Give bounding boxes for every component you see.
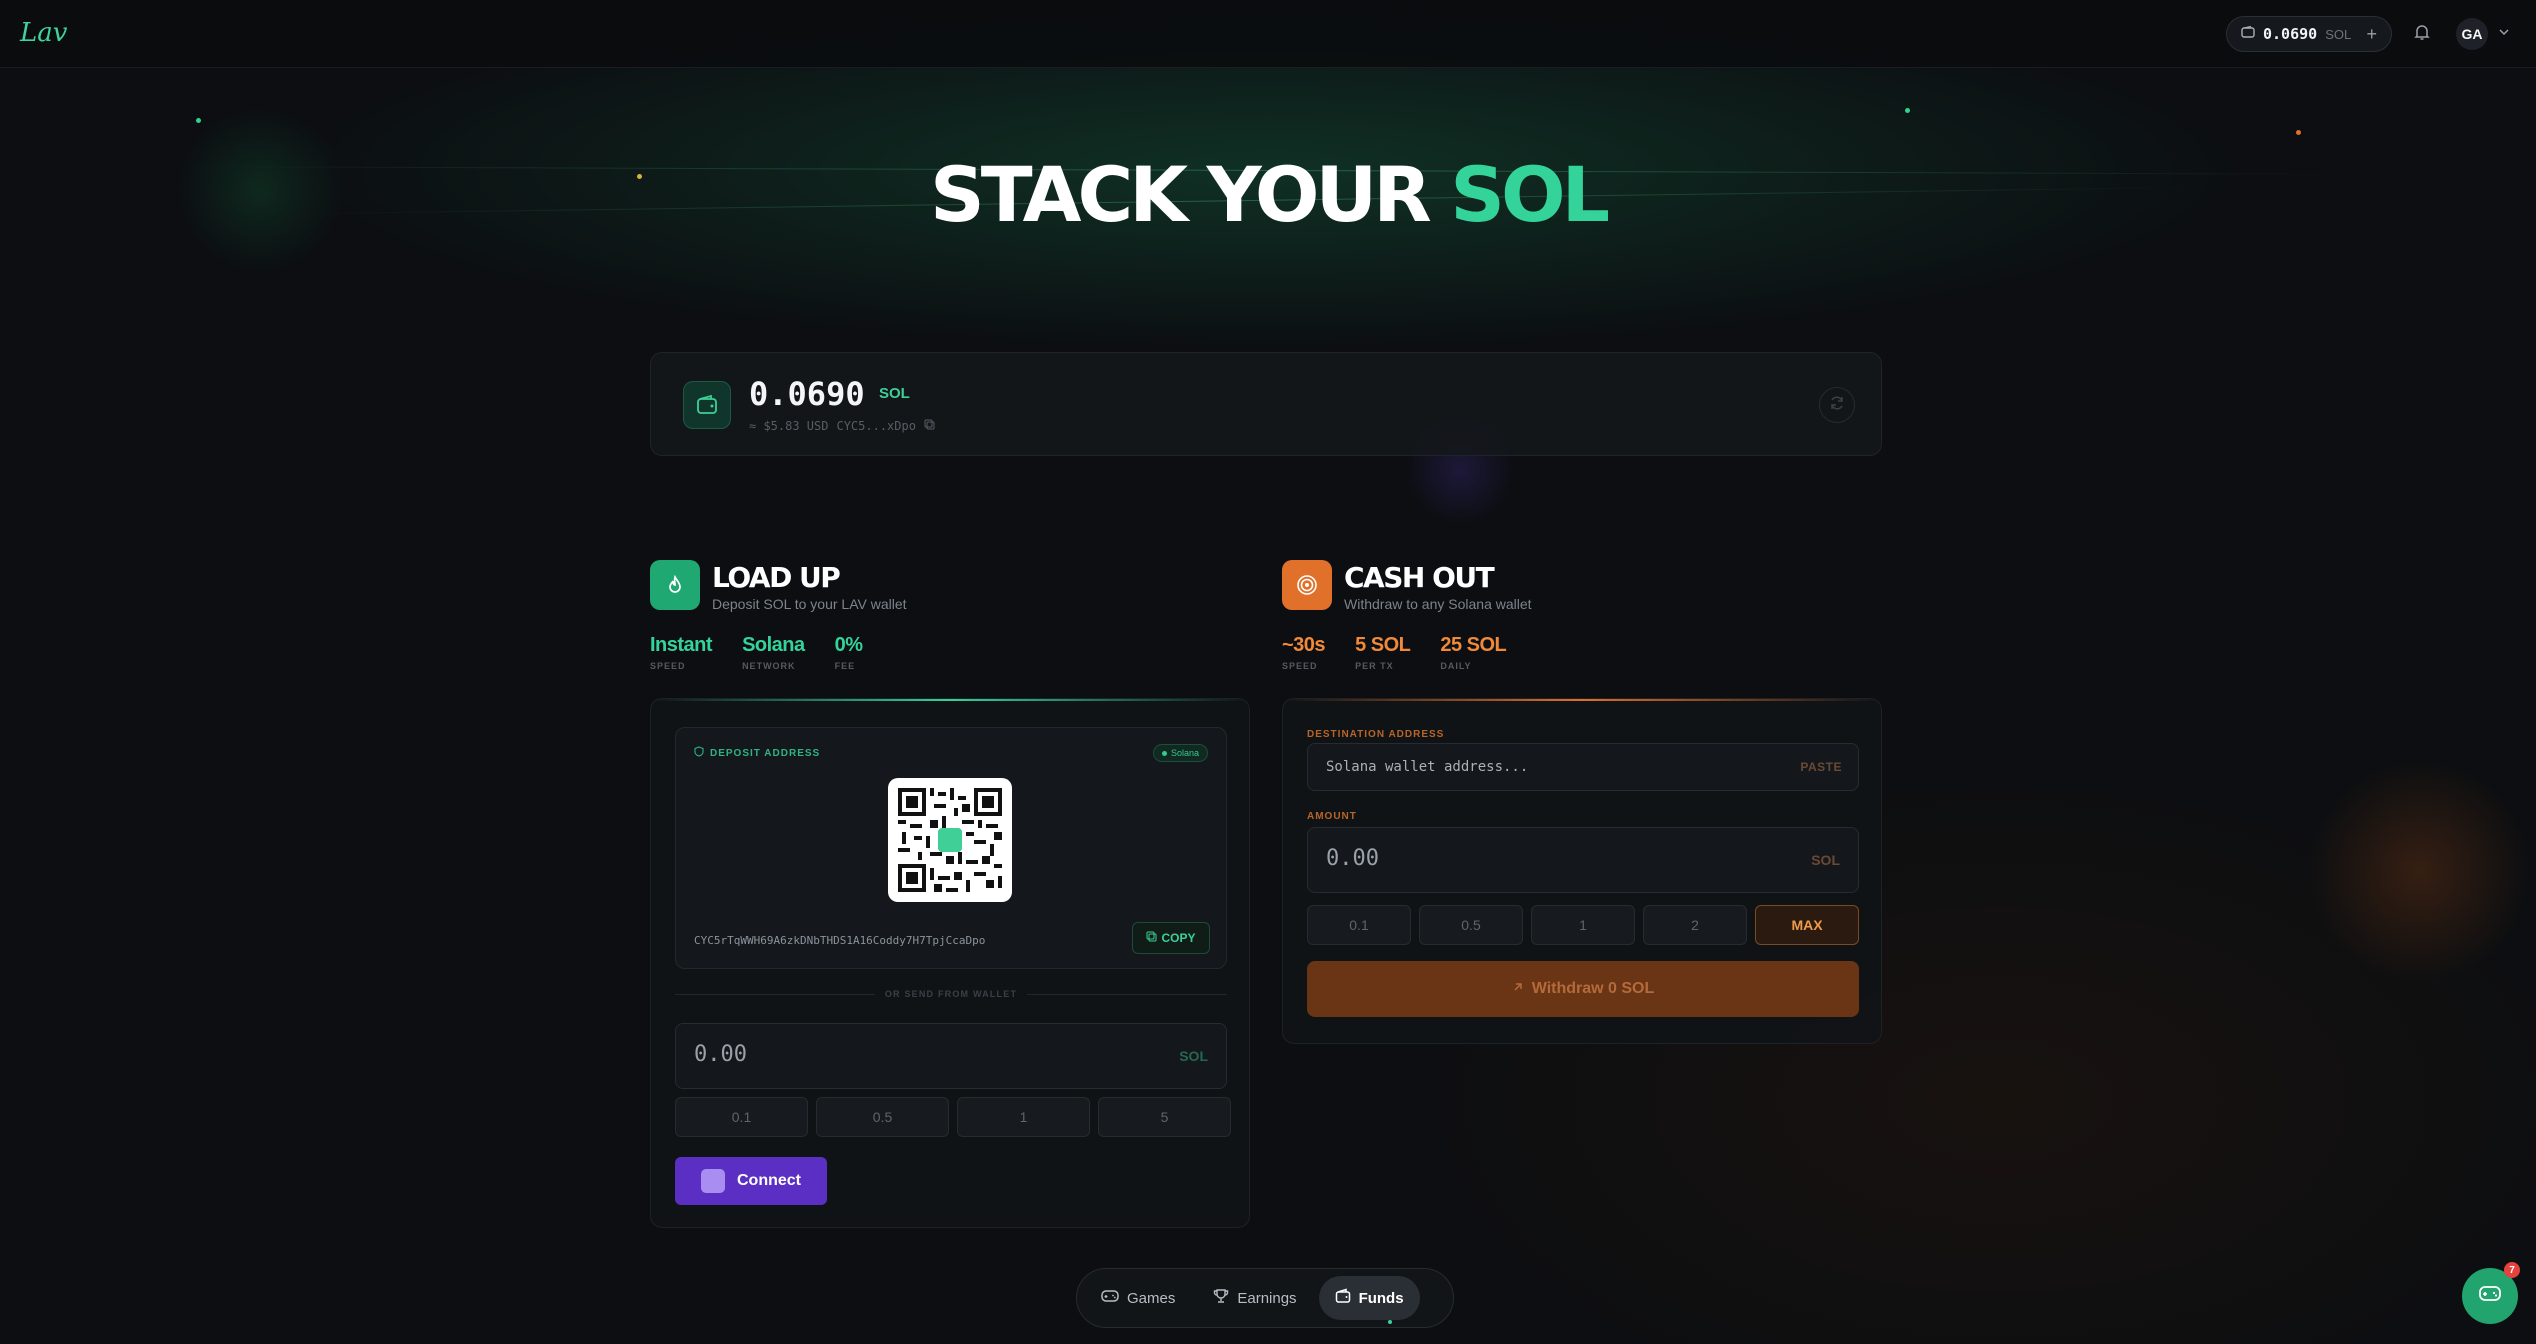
withdraw-quick-amounts: 0.1 0.5 1 2 MAX xyxy=(1307,905,1859,945)
or-send-divider: OR SEND FROM WALLET xyxy=(675,989,1227,999)
wallet-icon xyxy=(2241,25,2255,43)
refresh-button[interactable] xyxy=(1819,387,1855,423)
destination-label: DESTINATION ADDRESS xyxy=(1307,729,1445,740)
balance-amount: 0.0690 xyxy=(2263,25,2318,43)
bottom-nav: Games Earnings Funds xyxy=(1076,1268,1454,1328)
arrow-up-right-icon xyxy=(1512,980,1524,998)
active-indicator xyxy=(1388,1320,1392,1324)
wallet-icon xyxy=(1335,1288,1351,1308)
connect-wallet-button[interactable]: Connect xyxy=(675,1157,827,1205)
amount-label: AMOUNT xyxy=(1307,811,1357,822)
wallet-icon xyxy=(683,381,731,429)
load-up-panel: DEPOSIT ADDRESS Solana CYC5rTqWWH69A6zkD… xyxy=(650,698,1250,1228)
balance-pill[interactable]: 0.0690 SOL + xyxy=(2226,16,2392,52)
quick-amount-button[interactable]: 0.5 xyxy=(1419,905,1523,945)
chevron-down-icon xyxy=(2498,25,2510,43)
deposit-address-text[interactable]: CYC5rTqWWH69A6zkDNbTHDS1A16Coddy7H7TpjCc… xyxy=(694,934,985,947)
add-funds-icon[interactable]: + xyxy=(2366,24,2377,45)
network-chip: Solana xyxy=(1152,744,1208,762)
deposit-amount-input[interactable]: 0.00 SOL xyxy=(675,1023,1227,1089)
cash-out-title: CASH OUT xyxy=(1344,561,1495,594)
cash-out-subtitle: Withdraw to any Solana wallet xyxy=(1344,596,1532,612)
stat-speed: ~30s SPEED xyxy=(1282,634,1326,671)
refresh-icon xyxy=(1829,395,1845,416)
withdraw-button[interactable]: Withdraw 0 SOL xyxy=(1307,961,1859,1017)
decor-dot xyxy=(1905,108,1910,113)
quick-amount-button[interactable]: 0.5 xyxy=(816,1097,949,1137)
stat-speed: Instant SPEED xyxy=(650,634,713,671)
panel-accent xyxy=(1283,699,1881,701)
wallet-address[interactable]: CYC5...xDpo xyxy=(836,419,915,433)
flame-icon xyxy=(650,560,700,610)
quick-amount-button[interactable]: 0.1 xyxy=(675,1097,808,1137)
deposit-address-label: DEPOSIT ADDRESS xyxy=(694,746,820,760)
copy-icon xyxy=(1146,931,1157,945)
quick-amount-button[interactable]: 5 xyxy=(1098,1097,1231,1137)
shield-icon xyxy=(694,746,704,760)
load-up-title: LOAD UP xyxy=(712,561,841,594)
stat-per-tx: 5 SOL PER TX xyxy=(1355,634,1411,671)
avatar: GA xyxy=(2456,18,2488,50)
account-menu[interactable]: GA xyxy=(2456,18,2510,50)
notification-badge: 7 xyxy=(2504,1262,2520,1278)
cash-out-panel: DESTINATION ADDRESS Solana wallet addres… xyxy=(1282,698,1882,1044)
bell-icon[interactable] xyxy=(2412,22,2434,44)
decor-dot xyxy=(196,118,201,123)
quick-amount-button[interactable]: 0.1 xyxy=(1307,905,1411,945)
logo[interactable]: Lav xyxy=(20,18,67,48)
copy-address-button[interactable]: COPY xyxy=(1132,922,1210,954)
hero-text-green: SOL xyxy=(1450,150,1610,239)
panel-accent xyxy=(651,699,1249,701)
top-bar: Lav 0.0690 SOL + GA xyxy=(0,0,2536,68)
phantom-icon xyxy=(701,1169,725,1193)
deposit-quick-amounts: 0.1 0.5 1 5 xyxy=(675,1097,1231,1137)
deposit-address-box: DEPOSIT ADDRESS Solana CYC5rTqWWH69A6zkD… xyxy=(675,727,1227,969)
cash-out-header: CASH OUT Withdraw to any Solana wallet xyxy=(1282,560,1532,612)
quick-amount-button[interactable]: 2 xyxy=(1643,905,1747,945)
withdraw-amount-input[interactable]: 0.00 SOL xyxy=(1307,827,1859,893)
trophy-icon xyxy=(1213,1288,1229,1308)
decor-dot xyxy=(2296,130,2301,135)
deposit-qr-code xyxy=(888,778,1012,902)
target-icon xyxy=(1282,560,1332,610)
max-amount-button[interactable]: MAX xyxy=(1755,905,1859,945)
stat-network: Solana NETWORK xyxy=(742,634,805,671)
copy-icon[interactable] xyxy=(924,419,935,433)
stat-fee: 0% FEE xyxy=(834,634,863,671)
load-up-header: LOAD UP Deposit SOL to your LAV wallet xyxy=(650,560,907,612)
quick-amount-button[interactable]: 1 xyxy=(1531,905,1635,945)
nav-earnings[interactable]: Earnings xyxy=(1197,1276,1312,1320)
nav-games[interactable]: Games xyxy=(1085,1276,1191,1320)
balance-unit: SOL xyxy=(2325,26,2352,42)
wallet-usd: ≈ $5.83 USD xyxy=(749,419,829,433)
page-title: STACK YOUR SOL xyxy=(0,150,2536,239)
cash-out-stats: ~30s SPEED 5 SOL PER TX 25 SOL DAILY xyxy=(1282,634,1507,671)
load-up-stats: Instant SPEED Solana NETWORK 0% FEE xyxy=(650,634,863,671)
wallet-amount: 0.0690 xyxy=(749,375,865,413)
quick-amount-button[interactable]: 1 xyxy=(957,1097,1090,1137)
destination-address-input[interactable]: Solana wallet address... PASTE xyxy=(1307,743,1859,791)
nav-funds[interactable]: Funds xyxy=(1318,1276,1420,1320)
wallet-subinfo: ≈ $5.83 USD CYC5...xDpo xyxy=(749,419,935,433)
load-up-subtitle: Deposit SOL to your LAV wallet xyxy=(712,596,907,612)
stat-daily: 25 SOL DAILY xyxy=(1440,634,1507,671)
hero-text-white: STACK YOUR xyxy=(929,150,1451,239)
wallet-balance-card: 0.0690 SOL ≈ $5.83 USD CYC5...xDpo xyxy=(650,352,1882,456)
paste-button[interactable]: PASTE xyxy=(1800,760,1842,774)
wallet-unit: SOL xyxy=(879,385,910,402)
gamepad-chat-icon xyxy=(2478,1284,2502,1309)
gamepad-icon xyxy=(1101,1289,1119,1307)
